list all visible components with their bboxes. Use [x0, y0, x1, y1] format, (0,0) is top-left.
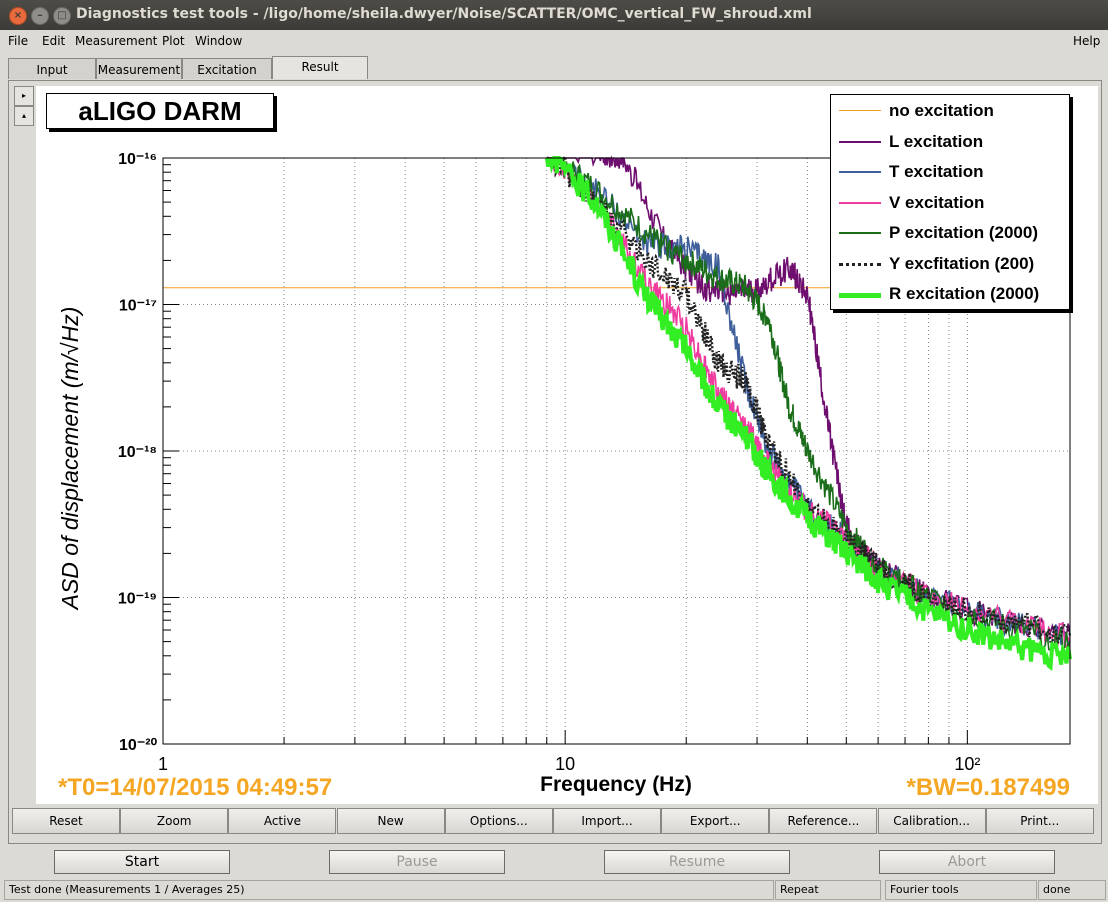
plot-new-button[interactable]: New	[336, 808, 445, 834]
plot-zoom-button[interactable]: Zoom	[120, 808, 229, 834]
plot-calibration-button[interactable]: Calibration...	[877, 808, 986, 834]
status-tool: Fourier tools	[885, 880, 1037, 900]
title-bar: × – □ Diagnostics test tools - /ligo/hom…	[0, 0, 1108, 30]
tab-result[interactable]: Result	[272, 56, 368, 79]
plot-reset-button[interactable]: Reset	[12, 808, 120, 834]
resume-button[interactable]: Resume	[604, 850, 790, 874]
legend-label: Y excfitation (200)	[889, 253, 1035, 273]
plot-print-button[interactable]: Print...	[985, 808, 1094, 834]
tab-excitation[interactable]: Excitation	[182, 58, 272, 79]
menu-window[interactable]: Window	[195, 34, 242, 48]
y-axis-label: ASD of displacement (m/√Hz)	[57, 307, 83, 612]
legend-label: R excitation (2000)	[889, 284, 1040, 303]
menu-measurement[interactable]: Measurement	[75, 34, 157, 48]
window-title: Diagnostics test tools - /ligo/home/shei…	[76, 6, 812, 22]
legend-label: V excitation	[889, 192, 985, 212]
legend-swatch	[839, 140, 881, 143]
y-tick-label: 10⁻¹⁹	[118, 591, 157, 608]
maximize-window-button[interactable]: □	[53, 7, 71, 25]
legend-label: T excitation	[889, 162, 984, 181]
tab-input[interactable]: Input	[8, 58, 96, 79]
legend-label: L excitation	[889, 131, 984, 151]
legend-entry: R excitation (2000)	[831, 279, 1069, 309]
legend-swatch	[839, 171, 881, 173]
legend-label: P excitation (2000)	[889, 223, 1038, 242]
legend-swatch	[839, 232, 881, 234]
y-tick-label: 10⁻¹⁷	[119, 298, 157, 315]
legend-swatch	[839, 201, 881, 204]
abort-button[interactable]: Abort	[879, 850, 1055, 874]
scroll-up-button[interactable]: ▴	[14, 106, 34, 126]
menu-bar: File Edit Measurement Plot Window Help	[0, 30, 1108, 52]
y-tick-label: 10⁻¹⁶	[118, 151, 157, 168]
legend-swatch	[839, 262, 881, 266]
scroll-right-button[interactable]: ▸	[14, 86, 34, 106]
t0-annotation: *T0=14/07/2015 04:49:57	[58, 774, 332, 801]
legend-entry: V excitation	[831, 188, 1069, 218]
legend-label: no excitation	[889, 101, 994, 120]
status-mode: Repeat	[775, 880, 881, 900]
plot-active-button[interactable]: Active	[228, 808, 337, 834]
plot-import-button[interactable]: Import...	[553, 808, 661, 834]
bw-annotation: *BW=0.187499	[907, 774, 1070, 801]
legend: no excitation L excitation T excitation V e…	[830, 94, 1070, 310]
x-axis-label: Frequency (Hz)	[540, 773, 692, 796]
up-arrow-icon: ▴	[21, 111, 26, 120]
legend-entry: L excitation	[831, 127, 1069, 157]
plot-export-button[interactable]: Export...	[661, 808, 770, 834]
legend-swatch	[839, 293, 881, 298]
menu-edit[interactable]: Edit	[42, 34, 65, 48]
pause-button[interactable]: Pause	[329, 850, 505, 874]
x-tick-label: 10²	[954, 754, 980, 774]
menu-help[interactable]: Help	[1073, 34, 1100, 48]
status-bar: Test done (Measurements 1 / Averages 25)…	[0, 878, 1108, 900]
x-tick-label: 10	[555, 754, 575, 774]
menu-file[interactable]: File	[8, 34, 28, 48]
y-tick-label: 10⁻²⁰	[119, 737, 158, 754]
tab-measurement[interactable]: Measurement	[96, 58, 182, 79]
legend-swatch	[839, 110, 881, 111]
start-button[interactable]: Start	[54, 850, 230, 874]
plot-options-button[interactable]: Options...	[444, 808, 553, 834]
menu-plot[interactable]: Plot	[162, 34, 185, 48]
minimize-window-button[interactable]: –	[31, 7, 49, 25]
legend-entry: T excitation	[831, 157, 1069, 187]
legend-entry: Y excfitation (200)	[831, 249, 1069, 279]
status-message: Test done (Measurements 1 / Averages 25)	[4, 880, 774, 900]
legend-entry: no excitation	[831, 96, 1069, 126]
legend-entry: P excitation (2000)	[831, 218, 1069, 248]
plot-reference-button[interactable]: Reference...	[769, 808, 878, 834]
plot-panel-title: aLIGO DARM	[46, 93, 274, 129]
x-tick-label: 1	[158, 754, 168, 774]
status-state: done	[1038, 880, 1106, 900]
right-arrow-icon: ▸	[21, 91, 26, 100]
y-tick-label: 10⁻¹⁸	[118, 444, 157, 461]
close-window-button[interactable]: ×	[9, 7, 27, 25]
